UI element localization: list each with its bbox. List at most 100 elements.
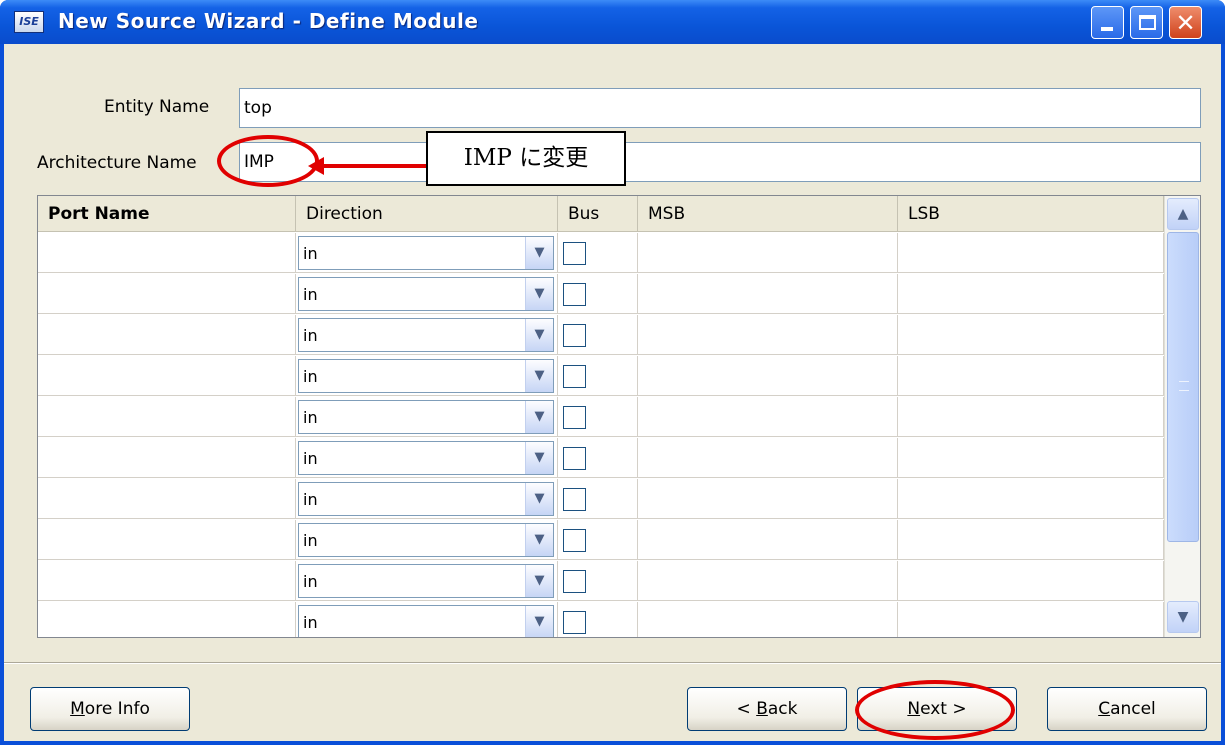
direction-select[interactable]: in ▼ xyxy=(298,564,554,598)
scroll-up-icon[interactable]: ▲ xyxy=(1167,198,1199,230)
bus-checkbox[interactable] xyxy=(563,365,586,388)
msb-cell[interactable] xyxy=(638,561,898,601)
port-name-cell[interactable] xyxy=(38,315,296,355)
bus-cell xyxy=(558,356,638,396)
msb-cell[interactable] xyxy=(638,438,898,478)
port-name-cell[interactable] xyxy=(38,561,296,601)
bus-cell xyxy=(558,233,638,273)
chevron-down-icon[interactable]: ▼ xyxy=(525,524,553,556)
column-msb[interactable]: MSB xyxy=(638,196,898,232)
lsb-cell[interactable] xyxy=(898,438,1164,478)
direction-select[interactable]: in ▼ xyxy=(298,605,554,637)
direction-cell: in ▼ xyxy=(296,602,558,637)
chevron-down-icon[interactable]: ▼ xyxy=(525,237,553,269)
bus-checkbox[interactable] xyxy=(563,570,586,593)
port-name-cell[interactable] xyxy=(38,233,296,273)
direction-value: in xyxy=(303,531,318,550)
chevron-down-icon[interactable]: ▼ xyxy=(525,442,553,474)
direction-value: in xyxy=(303,449,318,468)
more-info-button[interactable]: More Info xyxy=(30,687,190,731)
direction-select[interactable]: in ▼ xyxy=(298,359,554,393)
msb-cell[interactable] xyxy=(638,397,898,437)
chevron-down-icon[interactable]: ▼ xyxy=(525,606,553,637)
bus-checkbox[interactable] xyxy=(563,611,586,634)
chevron-down-icon[interactable]: ▼ xyxy=(525,360,553,392)
cancel-button[interactable]: Cancel xyxy=(1047,687,1207,731)
port-name-cell[interactable] xyxy=(38,397,296,437)
lsb-cell[interactable] xyxy=(898,315,1164,355)
port-name-cell[interactable] xyxy=(38,520,296,560)
lsb-cell[interactable] xyxy=(898,397,1164,437)
port-name-cell[interactable] xyxy=(38,274,296,314)
msb-cell[interactable] xyxy=(638,356,898,396)
minimize-button[interactable] xyxy=(1091,6,1124,39)
table-row: in ▼ xyxy=(38,356,1164,396)
direction-select[interactable]: in ▼ xyxy=(298,277,554,311)
direction-cell: in ▼ xyxy=(296,561,558,601)
msb-cell[interactable] xyxy=(638,233,898,273)
architecture-name-input[interactable]: IMP xyxy=(239,142,1201,182)
port-table: Port Name Direction Bus MSB LSB in ▼ in ▼ in… xyxy=(37,195,1201,638)
lsb-cell[interactable] xyxy=(898,356,1164,396)
cancel-mnemonic: C xyxy=(1098,699,1111,719)
port-name-cell[interactable] xyxy=(38,356,296,396)
annotation-circle-architecture xyxy=(217,135,319,187)
scroll-down-icon[interactable]: ▼ xyxy=(1167,601,1199,633)
lsb-cell[interactable] xyxy=(898,274,1164,314)
direction-select[interactable]: in ▼ xyxy=(298,236,554,270)
msb-cell[interactable] xyxy=(638,315,898,355)
column-direction[interactable]: Direction xyxy=(296,196,558,232)
bus-cell xyxy=(558,438,638,478)
maximize-button[interactable] xyxy=(1130,6,1163,39)
msb-cell[interactable] xyxy=(638,274,898,314)
vertical-scrollbar[interactable]: ▲ ▼ xyxy=(1164,196,1200,637)
direction-select[interactable]: in ▼ xyxy=(298,523,554,557)
bus-checkbox[interactable] xyxy=(563,488,586,511)
port-name-cell[interactable] xyxy=(38,479,296,519)
title-bar[interactable]: ISE New Source Wizard - Define Module ✕ xyxy=(0,0,1225,44)
direction-select[interactable]: in ▼ xyxy=(298,318,554,352)
bus-checkbox[interactable] xyxy=(563,529,586,552)
button-separator xyxy=(4,662,1221,664)
chevron-down-icon[interactable]: ▼ xyxy=(525,483,553,515)
msb-cell[interactable] xyxy=(638,602,898,637)
port-name-cell[interactable] xyxy=(38,438,296,478)
lsb-cell[interactable] xyxy=(898,520,1164,560)
lsb-cell[interactable] xyxy=(898,233,1164,273)
bus-checkbox[interactable] xyxy=(563,447,586,470)
lsb-cell[interactable] xyxy=(898,479,1164,519)
bus-cell xyxy=(558,479,638,519)
lsb-cell[interactable] xyxy=(898,561,1164,601)
direction-value: in xyxy=(303,408,318,427)
direction-cell: in ▼ xyxy=(296,233,558,273)
direction-select[interactable]: in ▼ xyxy=(298,441,554,475)
entity-name-label: Entity Name xyxy=(104,97,210,117)
chevron-down-icon[interactable]: ▼ xyxy=(525,401,553,433)
column-bus[interactable]: Bus xyxy=(558,196,638,232)
bus-checkbox[interactable] xyxy=(563,242,586,265)
entity-name-input[interactable]: top xyxy=(239,88,1201,128)
annotation-circle-next xyxy=(855,680,1015,740)
chevron-down-icon[interactable]: ▼ xyxy=(525,565,553,597)
close-button[interactable]: ✕ xyxy=(1169,6,1202,39)
port-name-cell[interactable] xyxy=(38,602,296,637)
chevron-down-icon[interactable]: ▼ xyxy=(525,278,553,310)
bus-checkbox[interactable] xyxy=(563,406,586,429)
chevron-down-icon[interactable]: ▼ xyxy=(525,319,553,351)
bus-checkbox[interactable] xyxy=(563,283,586,306)
direction-value: in xyxy=(303,285,318,304)
direction-select[interactable]: in ▼ xyxy=(298,482,554,516)
bus-cell xyxy=(558,520,638,560)
table-row: in ▼ xyxy=(38,233,1164,273)
back-button[interactable]: < Back xyxy=(687,687,847,731)
bus-cell xyxy=(558,561,638,601)
lsb-cell[interactable] xyxy=(898,602,1164,637)
annotation-arrow-head-icon xyxy=(308,157,324,175)
bus-checkbox[interactable] xyxy=(563,324,586,347)
direction-select[interactable]: in ▼ xyxy=(298,400,554,434)
msb-cell[interactable] xyxy=(638,479,898,519)
msb-cell[interactable] xyxy=(638,520,898,560)
scroll-thumb[interactable] xyxy=(1167,232,1199,542)
column-port-name[interactable]: Port Name xyxy=(38,196,296,232)
column-lsb[interactable]: LSB xyxy=(898,196,1164,232)
